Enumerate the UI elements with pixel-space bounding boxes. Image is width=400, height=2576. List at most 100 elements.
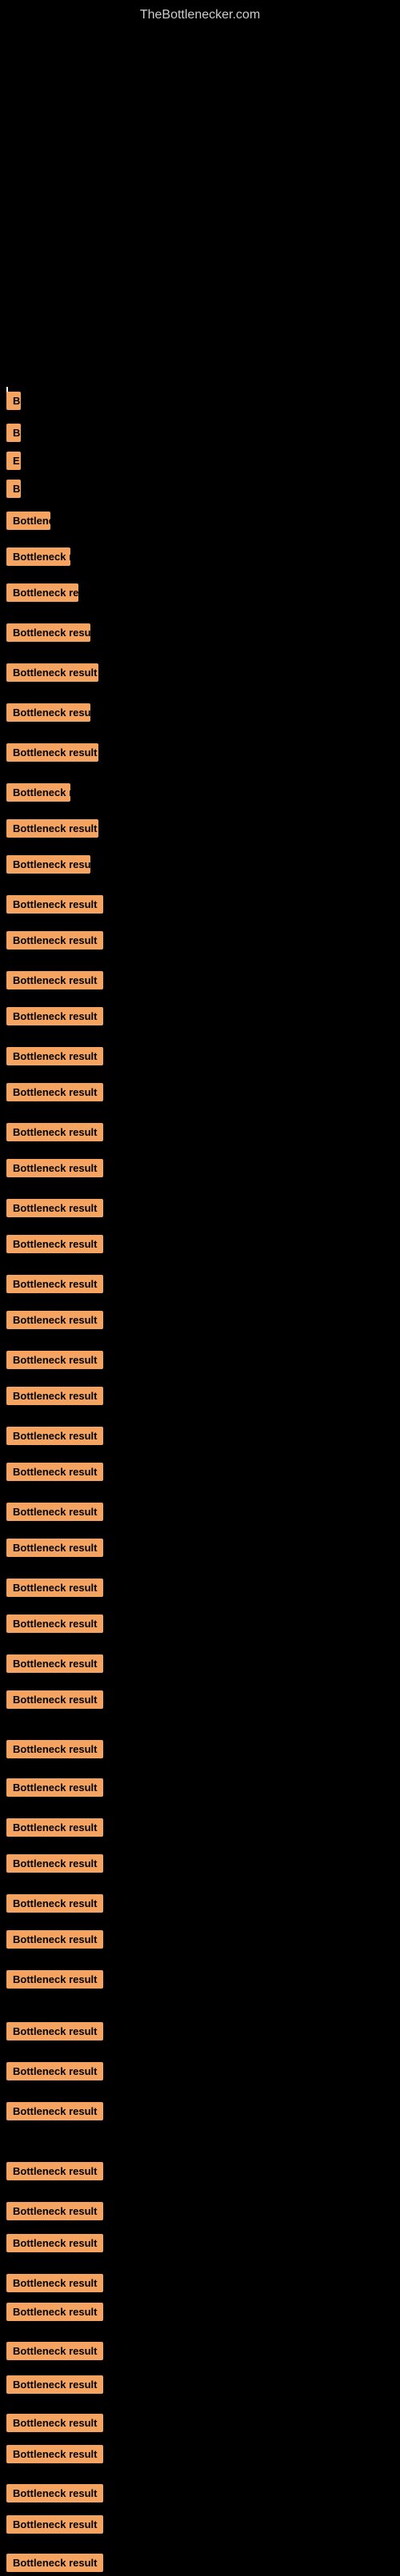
result-item-4[interactable]: B — [6, 480, 21, 502]
result-item-8[interactable]: Bottleneck result — [6, 623, 90, 646]
result-item-50[interactable]: Bottleneck result — [6, 2274, 103, 2296]
result-item-36[interactable]: Bottleneck result — [6, 1690, 103, 1713]
result-badge: Bottleneck result — [6, 2102, 103, 2120]
result-item-39[interactable]: Bottleneck result — [6, 1818, 103, 1841]
result-item-6[interactable]: Bottleneck result — [6, 547, 70, 570]
result-badge: Bottleneck result — [6, 1740, 103, 1758]
result-badge: Bottleneck result — [6, 1275, 103, 1293]
result-item-28[interactable]: Bottleneck result — [6, 1387, 103, 1409]
result-item-31[interactable]: Bottleneck result — [6, 1503, 103, 1525]
result-badge: Bottleneck result — [6, 2515, 103, 2534]
page-container: TheBottlenecker.com Bottleneck resultBEB… — [0, 0, 400, 2558]
result-item-11[interactable]: Bottleneck result — [6, 743, 98, 766]
result-item-37[interactable]: Bottleneck result — [6, 1740, 103, 1762]
result-badge: Bottleneck result — [6, 895, 103, 914]
result-badge: Bottleneck result — [6, 2303, 103, 2321]
result-badge: Bottleneck result — [6, 1690, 103, 1709]
result-badge: Bottleneck result — [6, 2445, 103, 2463]
result-badge: Bottleneck result — [6, 1778, 103, 1797]
result-item-42[interactable]: Bottleneck result — [6, 1930, 103, 1953]
result-item-25[interactable]: Bottleneck result — [6, 1275, 103, 1297]
result-badge: Bottleneck result — [6, 1311, 103, 1329]
result-item-33[interactable]: Bottleneck result — [6, 1579, 103, 1601]
result-badge: Bottleneck result — [6, 1047, 103, 1065]
result-item-23[interactable]: Bottleneck result — [6, 1199, 103, 1221]
result-item-30[interactable]: Bottleneck result — [6, 1463, 103, 1485]
result-badge: Bottleneck result — [6, 1579, 103, 1597]
result-badge: Bottleneck result — [6, 743, 98, 762]
result-badge: Bottleneck result — [6, 2484, 103, 2502]
result-item-27[interactable]: Bottleneck result — [6, 1351, 103, 1373]
result-badge: Bottleneck result — [6, 2274, 103, 2292]
result-badge: Bottleneck result — [6, 1199, 103, 1217]
result-badge: Bottleneck result — [6, 1427, 103, 1445]
result-item-32[interactable]: Bottleneck result — [6, 1539, 103, 1561]
result-badge: Bottleneck result — [6, 971, 103, 989]
result-item-45[interactable]: Bottleneck result — [6, 2062, 103, 2084]
result-item-35[interactable]: Bottleneck result — [6, 1654, 103, 1677]
result-badge: Bottleneck result — [6, 623, 90, 642]
result-item-9[interactable]: Bottleneck result — [6, 663, 98, 686]
result-item-40[interactable]: Bottleneck result — [6, 1854, 103, 1877]
result-item-24[interactable]: Bottleneck result — [6, 1235, 103, 1257]
result-badge: Bottleneck result — [6, 2375, 103, 2394]
result-item-20[interactable]: Bottleneck result — [6, 1083, 103, 1105]
result-item-44[interactable]: Bottleneck result — [6, 2022, 103, 2044]
result-badge: Bottleneck result — [6, 2342, 103, 2360]
result-item-2[interactable]: B — [6, 424, 21, 446]
result-item-5[interactable]: Bottleneck result — [6, 512, 50, 534]
result-badge: Bottleneck result — [6, 2202, 103, 2220]
result-item-41[interactable]: Bottleneck result — [6, 1894, 103, 1917]
result-item-57[interactable]: Bottleneck result — [6, 2515, 103, 2538]
result-badge: Bottleneck result — [6, 1235, 103, 1253]
result-item-47[interactable]: Bottleneck result — [6, 2162, 103, 2184]
result-item-34[interactable]: Bottleneck result — [6, 1614, 103, 1637]
result-badge: Bottleneck result — [6, 1854, 103, 1873]
result-item-49[interactable]: Bottleneck result — [6, 2234, 103, 2256]
result-item-55[interactable]: Bottleneck result — [6, 2445, 103, 2467]
result-item-46[interactable]: Bottleneck result — [6, 2102, 103, 2124]
result-item-54[interactable]: Bottleneck result — [6, 2414, 103, 2436]
result-badge: Bottleneck result — [6, 1614, 103, 1633]
result-badge: Bottleneck result — [6, 1970, 103, 1989]
result-badge: Bottleneck result — [6, 1654, 103, 1673]
result-badge: Bottleneck result — [6, 2162, 103, 2180]
result-badge: Bottleneck result — [6, 1539, 103, 1557]
result-badge: Bottleneck result — [6, 583, 78, 602]
result-badge: Bottleneck result — [6, 2062, 103, 2080]
result-item-21[interactable]: Bottleneck result — [6, 1123, 103, 1145]
result-item-10[interactable]: Bottleneck result — [6, 703, 90, 726]
result-badge: B — [6, 480, 21, 498]
result-badge: Bottleneck result — [6, 663, 98, 682]
result-item-14[interactable]: Bottleneck result — [6, 855, 90, 878]
result-item-56[interactable]: Bottleneck result — [6, 2484, 103, 2506]
result-item-26[interactable]: Bottleneck result — [6, 1311, 103, 1333]
result-item-38[interactable]: Bottleneck result — [6, 1778, 103, 1801]
result-item-19[interactable]: Bottleneck result — [6, 1047, 103, 1069]
result-item-22[interactable]: Bottleneck result — [6, 1159, 103, 1181]
result-item-12[interactable]: Bottleneck result — [6, 783, 70, 806]
result-badge: Bottleneck result — [6, 1083, 103, 1101]
result-item-3[interactable]: E — [6, 452, 21, 474]
result-item-15[interactable]: Bottleneck result — [6, 895, 103, 918]
result-item-13[interactable]: Bottleneck result — [6, 819, 98, 842]
result-item-43[interactable]: Bottleneck result — [6, 1970, 103, 1993]
result-item-18[interactable]: Bottleneck result — [6, 1007, 103, 1029]
result-badge: Bottleneck result — [6, 2022, 103, 2040]
result-item-1[interactable]: Bottleneck result — [6, 392, 21, 414]
result-item-17[interactable]: Bottleneck result — [6, 971, 103, 993]
result-item-58[interactable]: Bottleneck result — [6, 2554, 103, 2576]
result-item-48[interactable]: Bottleneck result — [6, 2202, 103, 2224]
result-badge: Bottleneck result — [6, 855, 90, 874]
result-item-29[interactable]: Bottleneck result — [6, 1427, 103, 1449]
result-item-51[interactable]: Bottleneck result — [6, 2303, 103, 2325]
result-badge: Bottleneck result — [6, 1930, 103, 1949]
result-item-53[interactable]: Bottleneck result — [6, 2375, 103, 2398]
result-item-52[interactable]: Bottleneck result — [6, 2342, 103, 2364]
result-item-7[interactable]: Bottleneck result — [6, 583, 78, 606]
result-badge: E — [6, 452, 21, 470]
result-badge: Bottleneck result — [6, 931, 103, 950]
result-badge: Bottleneck result — [6, 1503, 103, 1521]
result-badge: Bottleneck result — [6, 1123, 103, 1141]
result-item-16[interactable]: Bottleneck result — [6, 931, 103, 954]
